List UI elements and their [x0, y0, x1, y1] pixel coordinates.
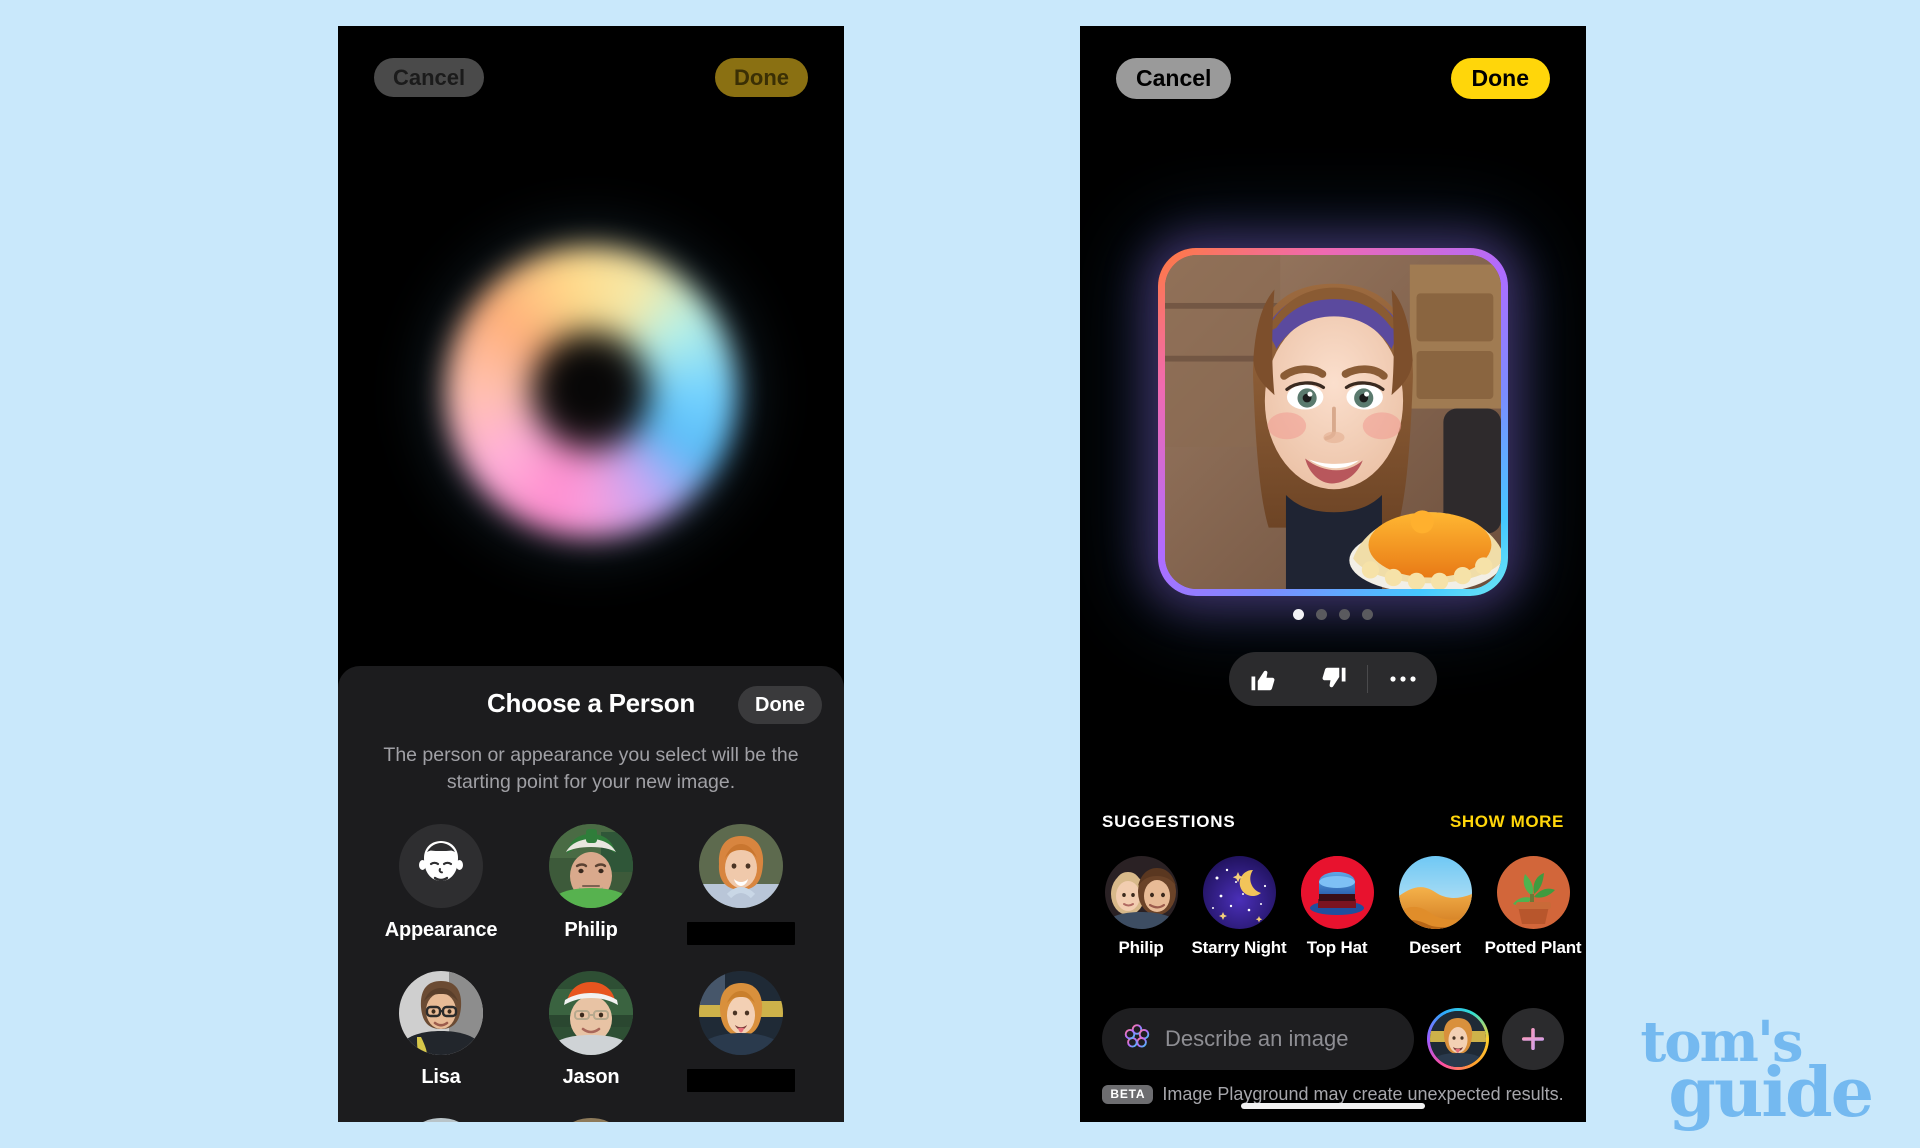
person-option-appearance[interactable]: Appearance — [366, 824, 516, 945]
rating-toolbar — [1229, 652, 1437, 706]
person-label-redacted — [687, 1069, 795, 1092]
image-playground-orb — [338, 112, 844, 672]
composer-bar: Describe an image — [1080, 1008, 1586, 1070]
ellipsis-icon[interactable] — [1368, 652, 1437, 706]
thumbs-up-icon[interactable] — [1229, 652, 1298, 706]
orb-gradient-icon — [446, 247, 736, 537]
image-playground-flower-icon — [1122, 1022, 1152, 1057]
suggestion-philip[interactable]: Philip — [1102, 856, 1180, 958]
generated-image — [1165, 255, 1501, 589]
choose-person-sheet: Choose a Person Done The person or appea… — [338, 666, 844, 1122]
page-dot-4[interactable] — [1362, 609, 1373, 620]
suggestions-label: SUGGESTIONS — [1102, 812, 1236, 831]
cancel-button[interactable]: Cancel — [1116, 58, 1232, 99]
right-phone-screen: Cancel Done SUGGESTIONS SHOW MORE Philip… — [1080, 26, 1586, 1122]
person-label: Philip — [564, 919, 618, 941]
person-option-lisa[interactable]: Lisa — [366, 971, 516, 1092]
person-label: Lisa — [421, 1066, 461, 1088]
generated-image-area — [1080, 112, 1586, 706]
avatar — [549, 1118, 633, 1122]
beta-disclaimer: BETA Image Playground may create unexpec… — [1080, 1084, 1586, 1105]
selected-person-avatar[interactable] — [1427, 1008, 1489, 1070]
person-option-philip[interactable]: Philip — [516, 824, 666, 945]
cancel-button[interactable]: Cancel — [374, 58, 485, 97]
add-button[interactable] — [1502, 1008, 1564, 1070]
suggestion-desert[interactable]: Desert — [1396, 856, 1474, 958]
suggestions-row: Philip Starry Night Top Hat Desert Potte… — [1080, 856, 1586, 958]
suggestion-starry-night[interactable]: Starry Night — [1192, 856, 1287, 958]
toms-guide-watermark: tom's guide — [1638, 1014, 1874, 1134]
avatar — [1430, 1011, 1486, 1067]
avatar — [399, 1118, 483, 1122]
suggestion-label: Philip — [1118, 938, 1164, 957]
potted-plant-icon — [1496, 856, 1570, 929]
right-topbar: Cancel Done — [1080, 26, 1586, 112]
done-button[interactable]: Done — [1450, 58, 1550, 99]
thumbs-down-icon[interactable] — [1298, 652, 1367, 706]
suggestions-header: SUGGESTIONS SHOW MORE — [1080, 812, 1586, 832]
home-indicator[interactable] — [1241, 1103, 1425, 1109]
sheet-header: Choose a Person Done — [338, 666, 844, 740]
person-option-redacted-2[interactable] — [666, 971, 816, 1092]
avatar — [549, 971, 633, 1055]
describe-input[interactable]: Describe an image — [1102, 1008, 1414, 1070]
page-dots — [1080, 609, 1586, 620]
page-dot-3[interactable] — [1339, 609, 1350, 620]
person-option-partial-2[interactable] — [516, 1118, 666, 1122]
suggestion-label: Top Hat — [1306, 938, 1368, 957]
page-title: Choose a Person — [487, 687, 695, 718]
avatar — [699, 824, 783, 908]
status-badge: BETA — [1102, 1085, 1154, 1104]
person-option-redacted-1[interactable] — [666, 824, 816, 945]
left-topbar: Cancel Done — [338, 26, 844, 112]
left-phone-screen: Cancel Done Choose a Person Done The per… — [338, 26, 844, 1122]
people-grid: Appearance Philip Lisa Jason — [338, 824, 844, 1122]
suggestion-potted-plant[interactable]: Potted Plant — [1485, 856, 1582, 958]
sheet-done-button[interactable]: Done — [738, 686, 822, 724]
show-more-button[interactable]: SHOW MORE — [1450, 812, 1564, 832]
person-option-jason[interactable]: Jason — [516, 971, 666, 1092]
person-label: Jason — [562, 1066, 620, 1088]
sheet-subtitle: The person or appearance you select will… — [383, 744, 799, 793]
page-dot-2[interactable] — [1316, 609, 1327, 620]
suggestion-label: Desert — [1409, 938, 1461, 957]
avatar — [549, 824, 633, 908]
beta-disclaimer-text: Image Playground may create unexpected r… — [1162, 1084, 1564, 1104]
person-option-partial-1[interactable] — [366, 1118, 516, 1122]
suggestion-label: Potted Plant — [1484, 938, 1582, 957]
person-label-redacted — [687, 922, 795, 945]
suggestion-label: Starry Night — [1191, 938, 1287, 957]
suggestion-top-hat[interactable]: Top Hat — [1298, 856, 1376, 958]
starry-night-icon — [1202, 856, 1276, 929]
top-hat-icon — [1300, 856, 1374, 929]
page-dot-1[interactable] — [1293, 609, 1304, 620]
avatar — [699, 971, 783, 1055]
person-label: Appearance — [384, 919, 498, 941]
describe-placeholder: Describe an image — [1165, 1026, 1349, 1051]
desert-icon — [1398, 856, 1472, 929]
photo-couple-icon — [1104, 856, 1178, 929]
memoji-face-icon — [399, 824, 483, 908]
done-button[interactable]: Done — [715, 58, 808, 97]
avatar — [399, 971, 483, 1055]
generated-image-card[interactable] — [1158, 248, 1508, 596]
watermark-line-2: guide — [1668, 1053, 1874, 1134]
screenshot-canvas: Cancel Done Choose a Person Done The per… — [0, 0, 1920, 1148]
